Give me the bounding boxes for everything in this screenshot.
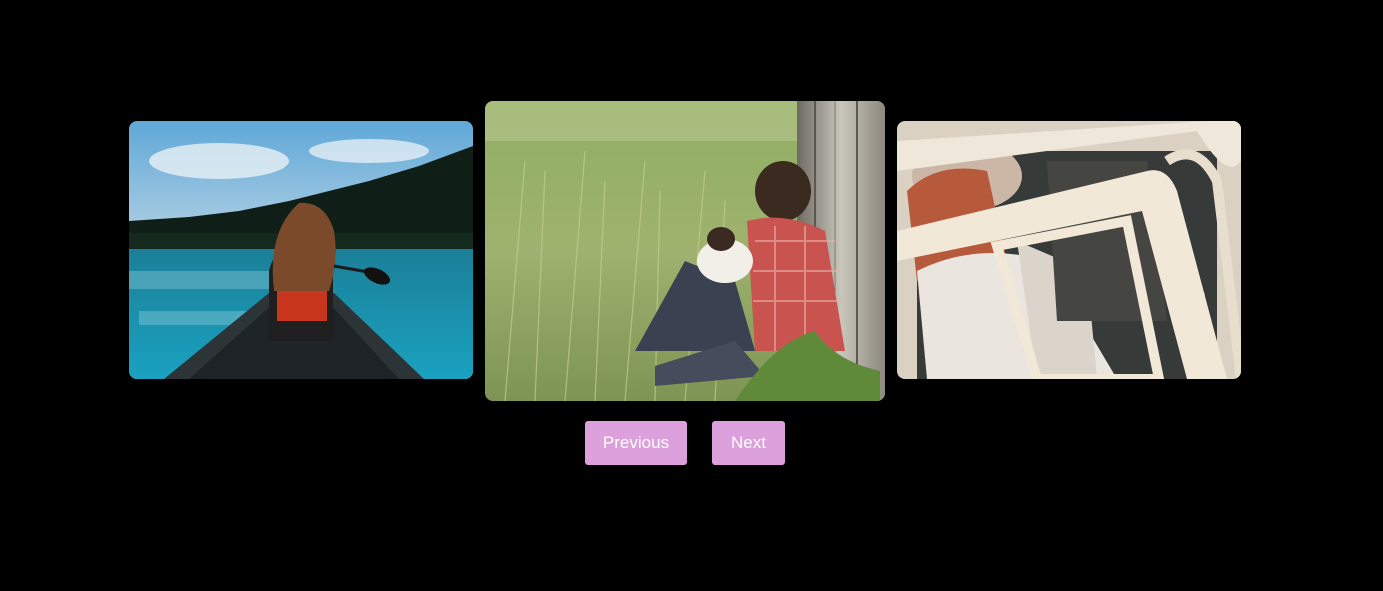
couple-in-vintage-van-photo	[897, 121, 1241, 379]
slide-man-with-dog[interactable]	[485, 101, 885, 401]
previous-button[interactable]: Previous	[585, 421, 687, 465]
canoe-lake-photo	[129, 121, 473, 379]
man-with-dog-in-grass-photo	[485, 101, 885, 401]
carousel: Previous Next	[0, 0, 1383, 591]
slide-couple-in-van[interactable]	[897, 121, 1241, 379]
next-button[interactable]: Next	[712, 421, 785, 465]
slide-canoe-lake[interactable]	[129, 121, 473, 379]
